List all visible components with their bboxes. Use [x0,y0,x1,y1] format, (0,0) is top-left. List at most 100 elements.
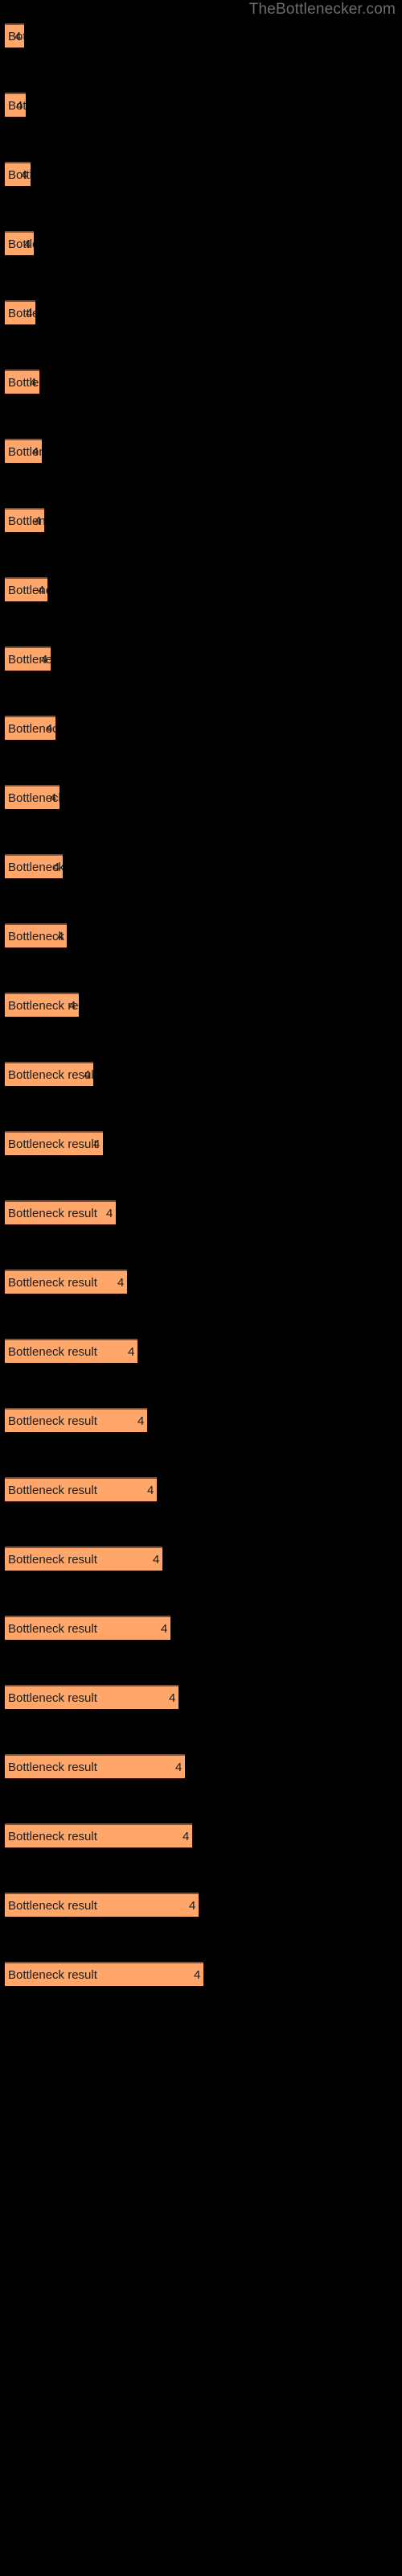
bar-row: Bottleneck result4 [0,508,402,532]
bar[interactable]: Bottleneck result4 [5,716,55,740]
bar-label: Bottleneck result [8,376,39,390]
bar-label: Bottleneck result [8,1068,93,1082]
bottleneck-bar-chart: TheBottlenecker.com Bottleneck result4Bo… [0,0,402,2576]
bar-value-label: 4 [35,514,42,528]
bar-value-label: 4 [189,1899,196,1913]
bar-value-label: 4 [117,1276,125,1290]
bar[interactable]: Bottleneck result4 [5,1477,157,1501]
bar-value-label: 4 [41,653,48,667]
bar-label: Bottleneck result [8,1830,97,1843]
bar[interactable]: Bottleneck result4 [5,23,24,47]
bar[interactable]: Bottleneck result4 [5,369,39,394]
bar[interactable]: Bottleneck result4 [5,1269,127,1294]
bar[interactable]: Bottleneck result4 [5,1408,147,1432]
bar-value-label: 4 [93,1137,100,1151]
bar-label: Bottleneck result [8,791,59,805]
bar-row: Bottleneck result 4 [0,1339,402,1363]
bar-row: Bottleneck result4 [0,785,402,809]
bar-value-label: 4 [57,930,64,943]
bar-label: Bottleneck result [8,930,67,943]
bar[interactable]: Bottleneck result4 [5,439,42,463]
bar-row: Bottleneck result4 [0,1616,402,1640]
bar[interactable]: Bottleneck result 4 [5,1962,203,1986]
bar-label: Bottleneck result [8,1137,97,1151]
bar-label: Bottleneck result [8,1761,97,1774]
bar-value-label: 4 [14,30,22,43]
bar-value-label: 4 [46,722,53,736]
bar[interactable]: Bottleneck result4 [5,93,26,117]
bar[interactable]: Bottleneck result4 [5,1131,103,1155]
bar-label: Bottleneck result [8,99,26,113]
bar[interactable]: Bottleneck result 4 [5,1685,178,1709]
bar-label: Bottleneck result [8,584,47,597]
bar-value-label: 4 [153,1553,160,1567]
bar-label: Bottleneck result [8,1553,97,1567]
bar-row: Bottleneck result4 [0,1408,402,1432]
bar-value-label: 4 [69,999,76,1013]
bar-label: Bottleneck result [8,999,79,1013]
bar-label: Bottleneck result [8,1968,97,1982]
bar-series-layer: Bottleneck result4Bottleneck result4Bott… [0,0,402,2576]
bar-label: Bottleneck result [8,237,34,251]
bar[interactable]: Bottleneck result4 [5,300,35,324]
bar-label: Bottleneck result [8,514,44,528]
bar[interactable]: Bottleneck result4 [5,923,67,947]
bar-row: Bottleneck result 4 [0,1893,402,1917]
bar-row: Bottleneck result4 [0,716,402,740]
bar-value-label: 4 [26,307,33,320]
bar-row: Bottleneck result4 [0,993,402,1017]
bar-row: Bottleneck result 4 [0,1685,402,1709]
bar-row: Bottleneck result4 [0,1269,402,1294]
bar[interactable]: Bottleneck result4 [5,646,51,671]
bar-label: Bottleneck result [8,168,31,182]
bar-value-label: 4 [147,1484,154,1497]
bar[interactable]: Bottleneck result4 [5,1616,170,1640]
bar-row: Bottleneck result4 [0,162,402,186]
bar-row: Bottleneck result 4 [0,1962,402,1986]
bar-row: Bottleneck result 4 [0,1823,402,1847]
bar-row: Bottleneck result4 [0,369,402,394]
bar-value-label: 4 [183,1830,190,1843]
bar-value-label: 4 [16,99,23,113]
bar-value-label: 4 [53,861,60,874]
bar[interactable]: Bottleneck result4 [5,1200,116,1224]
bar[interactable]: Bottleneck result4 [5,993,79,1017]
bar-value-label: 4 [24,237,31,251]
bar[interactable]: Bottleneck result 4 [5,1823,192,1847]
bar-label: Bottleneck result [8,1414,97,1428]
bar[interactable]: Bottleneck result 4 [5,1546,162,1571]
bar-label: Bottleneck result [8,653,51,667]
bar[interactable]: Bottleneck result 4 [5,1754,185,1778]
bar-label: Bottleneck result [8,1691,97,1705]
bar-label: Bottleneck result [8,1899,97,1913]
bar[interactable]: Bottleneck result4 [5,1062,93,1086]
bar-value-label: 4 [194,1968,201,1982]
bar-row: Bottleneck result4 [0,1062,402,1086]
bar-label: Bottleneck result [8,722,55,736]
bar-row: Bottleneck result 4 [0,1754,402,1778]
bar[interactable]: Bottleneck result4 [5,162,31,186]
bar-row: Bottleneck result4 [0,231,402,255]
bar-row: Bottleneck result4 [0,439,402,463]
bar-row: Bottleneck result4 [0,1477,402,1501]
bar-value-label: 4 [106,1207,113,1220]
bar-value-label: 4 [84,1068,91,1082]
bar[interactable]: Bottleneck result4 [5,577,47,601]
bar-row: Bottleneck result4 [0,854,402,878]
bar-value-label: 4 [128,1345,135,1359]
bar[interactable]: Bottleneck result 4 [5,1339,137,1363]
bar-value-label: 4 [30,376,37,390]
bar[interactable]: Bottleneck result4 [5,508,44,532]
bar-value-label: 4 [169,1691,176,1705]
bar-row: Bottleneck result4 [0,923,402,947]
bar-label: Bottleneck result [8,1622,97,1636]
bar-row: Bottleneck result4 [0,93,402,117]
bar[interactable]: Bottleneck result4 [5,785,59,809]
bar-row: Bottleneck result4 [0,23,402,47]
bar[interactable]: Bottleneck result4 [5,854,63,878]
bar[interactable]: Bottleneck result 4 [5,1893,199,1917]
bar-value-label: 4 [175,1761,183,1774]
bar-label: Bottleneck result [8,1345,97,1359]
bar-value-label: 4 [32,445,39,459]
bar[interactable]: Bottleneck result4 [5,231,34,255]
